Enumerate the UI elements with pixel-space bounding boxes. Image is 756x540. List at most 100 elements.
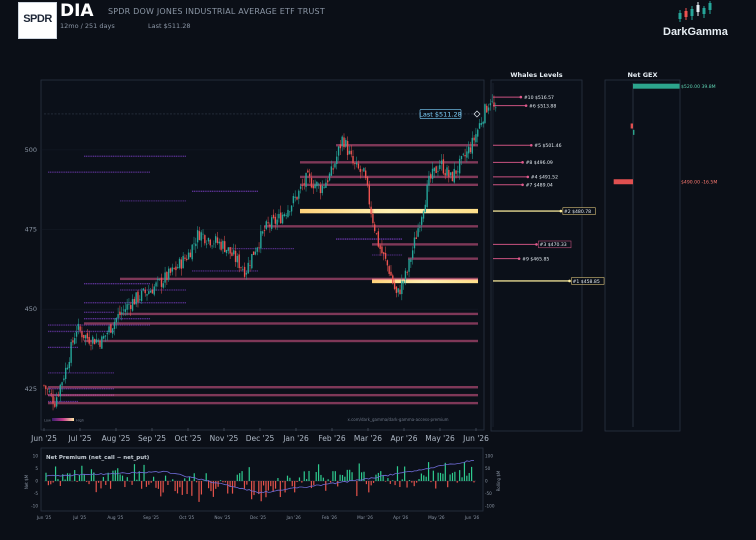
premium-left-tick: 0 (35, 479, 38, 484)
whale-level-label: #3 $470.33 (540, 242, 567, 248)
candle-body (457, 171, 459, 173)
candle-body (419, 227, 421, 228)
candle-body (84, 335, 87, 339)
premium-bar (320, 474, 322, 481)
premium-bar (258, 481, 260, 495)
whale-level-dot (559, 209, 563, 213)
premium-bar (337, 481, 339, 487)
premium-bar (289, 477, 291, 481)
candle-body (278, 213, 280, 219)
premium-bar (52, 481, 54, 483)
whales-levels-title: Whales Levels (510, 71, 562, 79)
premium-bar (394, 481, 396, 486)
premium-bar (274, 481, 277, 489)
candle-body (113, 321, 116, 329)
candle-body (68, 361, 71, 369)
candle-body (422, 211, 425, 219)
candle-body (437, 170, 439, 172)
candle-body (462, 153, 464, 155)
candle-body (332, 168, 334, 170)
whale-band (120, 277, 478, 281)
candle-body (204, 235, 206, 244)
premium-bar (174, 481, 176, 492)
candle-body (160, 277, 163, 287)
premium-bar (196, 481, 198, 483)
premium-right-tick: -50 (485, 491, 492, 496)
premium-bar (215, 481, 217, 489)
whale-level-label: #8 $496.09 (526, 160, 553, 166)
candle-body (121, 312, 123, 314)
candle-body (341, 136, 343, 147)
candle-body (191, 244, 193, 260)
candle-body (122, 309, 125, 311)
premium-bar (341, 475, 344, 481)
premium-bar (262, 481, 265, 486)
premium-x-tick: Oct '25 (179, 515, 194, 520)
candle-body (64, 367, 67, 379)
low-high-legend-gradient (52, 418, 74, 421)
premium-bar (100, 481, 102, 489)
candle-body (352, 156, 354, 164)
candle-body (263, 230, 266, 232)
candle-body (151, 289, 154, 294)
candle-body (142, 288, 145, 291)
candle-body (148, 291, 150, 294)
premium-bar (198, 481, 200, 502)
premium-bar (332, 471, 334, 481)
premium-bar (47, 481, 49, 486)
candle-body (285, 214, 287, 216)
whale-level-dot (521, 183, 524, 187)
premium-bar (157, 481, 159, 489)
premium-bar (456, 481, 458, 483)
candle-body (426, 184, 428, 208)
premium-bar (270, 481, 272, 487)
candle-body (66, 367, 69, 370)
candle-body (448, 169, 450, 177)
candle-body (146, 294, 148, 296)
candle-body (381, 246, 383, 254)
premium-bar (401, 479, 403, 481)
premium-x-tick: Jun '26 (464, 515, 480, 520)
whale-level-label: #4 $491.52 (531, 175, 558, 181)
premium-x-tick: Jun '25 (36, 515, 52, 520)
candle-body (224, 241, 226, 252)
candle-body (486, 105, 488, 113)
premium-bar (109, 481, 112, 489)
candle-body (130, 305, 132, 309)
premium-left-tick: 10 (33, 454, 39, 459)
premium-bar (205, 473, 207, 481)
candle-body (144, 289, 146, 294)
candle-body (124, 309, 127, 312)
candle-body (55, 397, 58, 407)
candle-body (92, 336, 94, 344)
premium-bar (454, 471, 456, 481)
candle-body (440, 160, 443, 164)
candle-body (442, 159, 445, 174)
candle-body (328, 173, 331, 181)
candle-body (254, 251, 257, 255)
candle-body (153, 286, 155, 295)
candle-body (211, 245, 213, 247)
candle-body (399, 289, 401, 295)
candle-body (173, 267, 175, 269)
premium-bar (370, 481, 372, 486)
premium-right-tick: 50 (485, 466, 491, 471)
candle-body (280, 212, 282, 224)
premium-bar (449, 474, 451, 481)
candle-body (368, 184, 370, 205)
candle-body (491, 100, 493, 102)
candle-body (43, 385, 45, 386)
premium-bar (160, 481, 162, 497)
premium-bar (382, 475, 384, 481)
candle-body (392, 275, 394, 284)
candle-body (135, 292, 137, 305)
whale-level-label: #10 $516.57 (524, 95, 554, 101)
whale-band (336, 144, 478, 147)
net-gex-panel (604, 79, 681, 432)
premium-bar (339, 474, 341, 481)
premium-x-tick: May '26 (428, 515, 445, 520)
candle-body (294, 196, 296, 198)
candle-body (111, 328, 114, 334)
whale-band (48, 385, 478, 389)
candle-body (256, 247, 258, 252)
